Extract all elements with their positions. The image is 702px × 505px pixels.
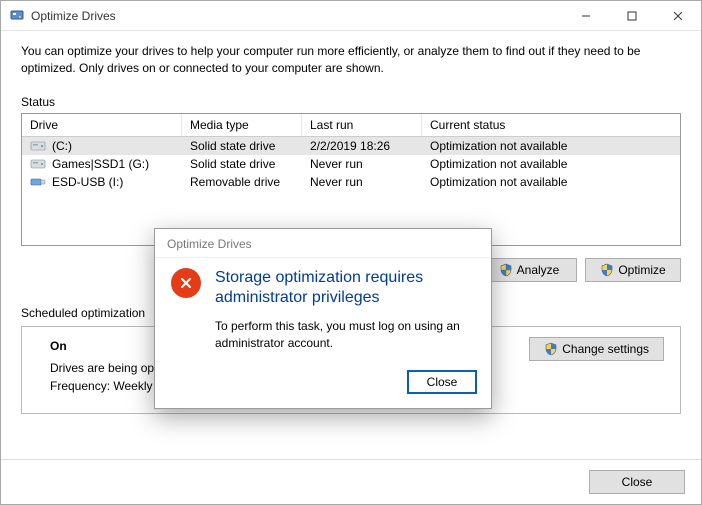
dialog-heading: Storage optimization requires administra… [215, 268, 475, 308]
app-icon [9, 8, 25, 24]
dialog-title: Optimize Drives [155, 229, 491, 258]
optimize-label: Optimize [618, 263, 665, 277]
footer: Close [1, 459, 701, 504]
table-row[interactable]: Games|SSD1 (G:) Solid state driveNever ru… [22, 155, 680, 173]
drive-lastrun: Never run [302, 173, 422, 191]
maximize-button[interactable] [609, 1, 655, 31]
window-title: Optimize Drives [31, 9, 563, 23]
drive-icon [30, 176, 46, 188]
table-row[interactable]: (C:) Solid state drive2/2/2019 18:26Optim… [22, 137, 680, 155]
drive-icon [30, 140, 46, 152]
drive-lastrun: 2/2/2019 18:26 [302, 137, 422, 155]
drive-media: Removable drive [182, 173, 302, 191]
drive-name: (C:) [52, 139, 72, 153]
minimize-button[interactable] [563, 1, 609, 31]
drive-lastrun: Never run [302, 155, 422, 173]
close-window-button[interactable] [655, 1, 701, 31]
error-icon [171, 268, 201, 298]
drive-status: Optimization not available [422, 155, 680, 173]
drive-status: Optimization not available [422, 173, 680, 191]
col-status[interactable]: Current status [422, 114, 680, 136]
dialog-close-button[interactable]: Close [407, 370, 477, 394]
drive-table: Drive Media type Last run Current status… [21, 113, 681, 246]
analyze-button[interactable]: Analyze [481, 258, 577, 282]
analyze-label: Analyze [517, 263, 560, 277]
table-row[interactable]: ESD-USB (I:) Removable driveNever runOpti… [22, 173, 680, 191]
status-label: Status [21, 95, 681, 109]
drive-media: Solid state drive [182, 155, 302, 173]
drive-table-header: Drive Media type Last run Current status [22, 114, 680, 137]
shield-icon [499, 263, 513, 277]
titlebar: Optimize Drives [1, 1, 701, 31]
drive-name: ESD-USB (I:) [52, 175, 123, 189]
intro-text: You can optimize your drives to help you… [21, 43, 681, 77]
drive-media: Solid state drive [182, 137, 302, 155]
change-settings-label: Change settings [562, 342, 649, 356]
optimize-button[interactable]: Optimize [585, 258, 681, 282]
close-button[interactable]: Close [589, 470, 685, 494]
drive-name: Games|SSD1 (G:) [52, 157, 149, 171]
col-drive[interactable]: Drive [22, 114, 182, 136]
col-media[interactable]: Media type [182, 114, 302, 136]
drive-status: Optimization not available [422, 137, 680, 155]
drive-icon [30, 158, 46, 170]
error-dialog: Optimize Drives Storage optimization req… [154, 228, 492, 409]
shield-icon [600, 263, 614, 277]
shield-icon [544, 342, 558, 356]
change-settings-button[interactable]: Change settings [529, 337, 664, 361]
col-lastrun[interactable]: Last run [302, 114, 422, 136]
dialog-message: To perform this task, you must log on us… [215, 318, 475, 352]
